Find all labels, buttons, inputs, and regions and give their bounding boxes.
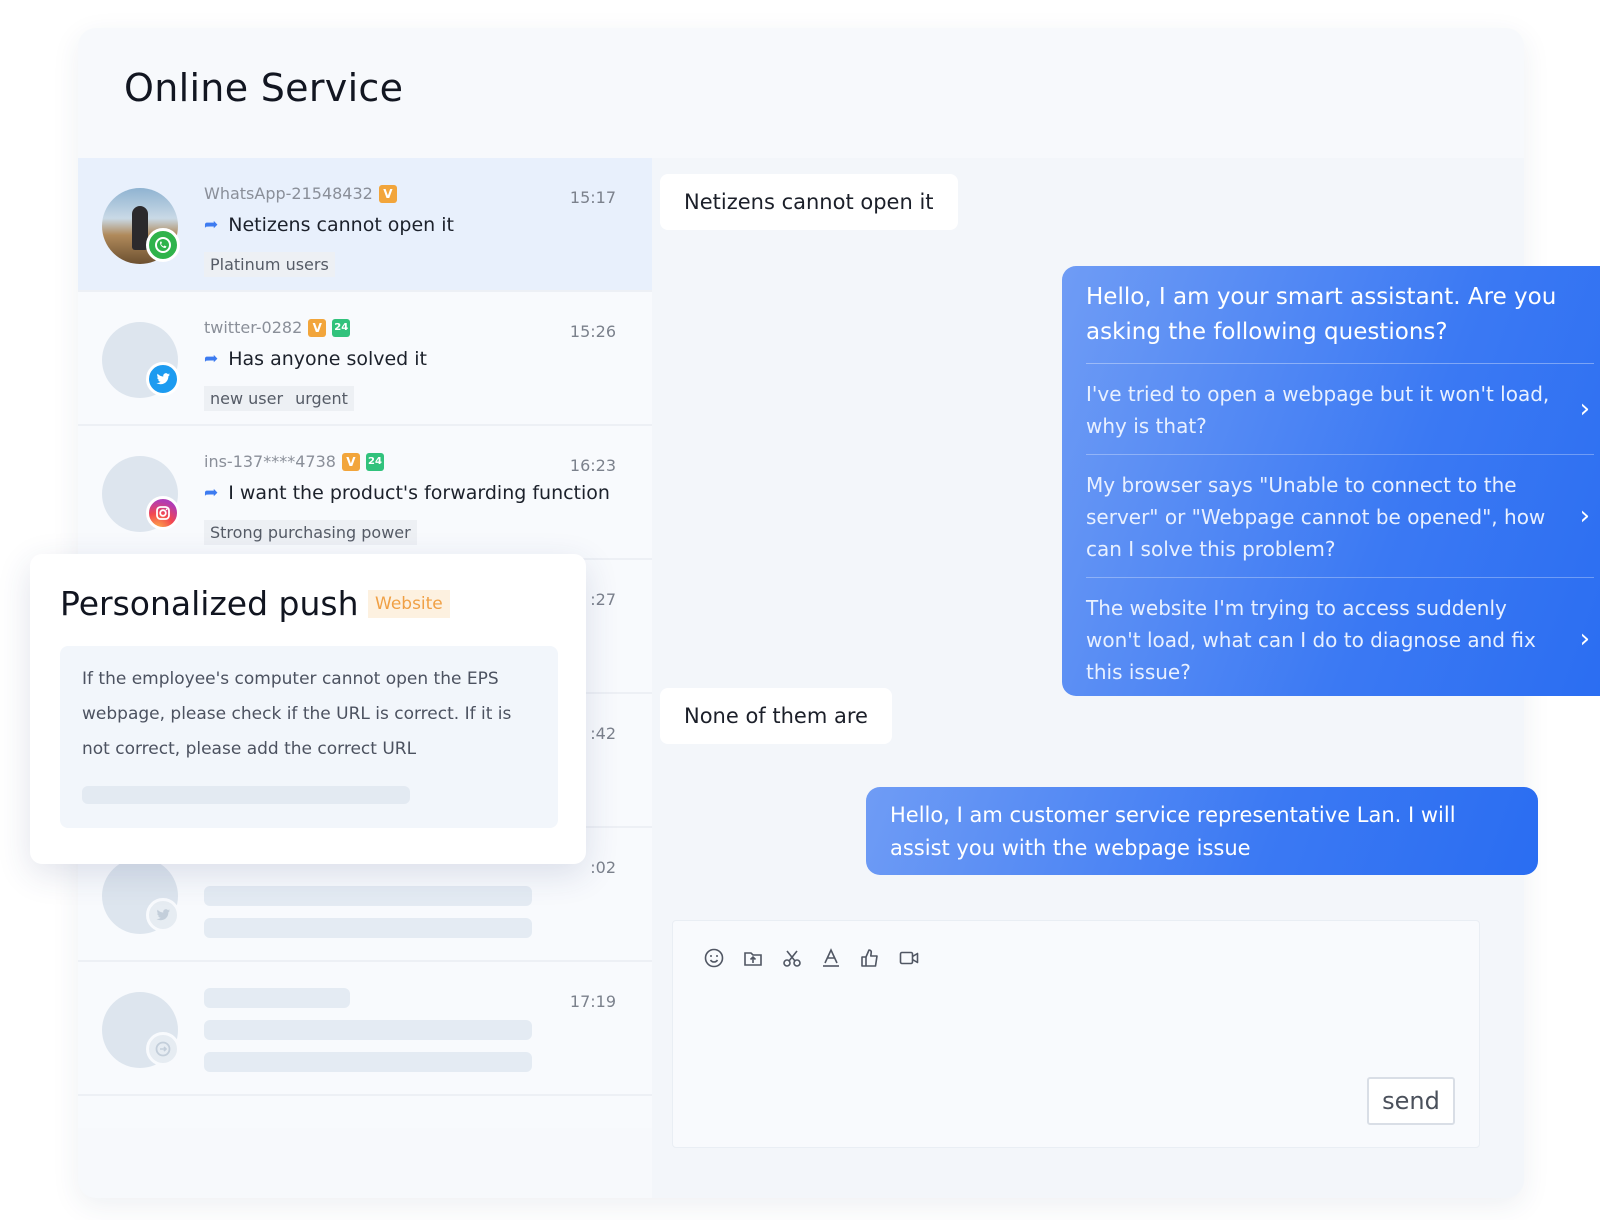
conversation-item[interactable]: WhatsApp-21548432 V 15:17 ➦ Netizens can… [78, 158, 652, 292]
user-tag: new user [204, 386, 290, 411]
vip-badge: V [341, 452, 360, 471]
24h-badge: 24 [365, 452, 384, 471]
message-preview: Has anyone solved it [228, 348, 428, 370]
suggested-question-text: I've tried to open a webpage but it won'… [1086, 382, 1550, 438]
loading-placeholder [204, 886, 532, 906]
vip-badge: V [308, 318, 327, 337]
push-content: If the employee's computer cannot open t… [60, 646, 558, 828]
user-tag: Platinum users [204, 252, 335, 277]
message-time: :42 [590, 724, 616, 743]
message-time: :27 [590, 590, 616, 609]
loading-placeholder [204, 1020, 532, 1040]
instagram-icon [146, 496, 180, 530]
suggested-question-text: The website I'm trying to access suddenl… [1086, 596, 1536, 684]
twitter-icon [146, 362, 180, 396]
page-title: Online Service [124, 66, 404, 110]
thumbs-up-icon[interactable] [859, 947, 881, 969]
message-time: 17:19 [569, 992, 616, 1011]
assistant-message: Hello, I am your smart assistant. Are yo… [1062, 266, 1600, 696]
message-time: 16:23 [569, 456, 616, 475]
conversation-item[interactable]: ins-137****4738 V 24 16:23 ➦ I want the … [78, 426, 652, 560]
forward-icon: ➦ [204, 215, 219, 235]
24h-badge: 24 [332, 318, 351, 337]
user-message: None of them are [660, 688, 892, 744]
user-message: Netizens cannot open it [660, 174, 958, 230]
forward-icon: ➦ [204, 349, 219, 369]
message-time: 15:26 [569, 322, 616, 341]
push-text: If the employee's computer cannot open t… [82, 669, 512, 759]
user-tag: urgent [289, 386, 354, 411]
message-preview: Netizens cannot open it [228, 214, 454, 236]
suggested-question[interactable]: I've tried to open a webpage but it won'… [1086, 364, 1594, 455]
personalized-push-card: Personalized push Website If the employe… [30, 554, 586, 864]
text-format-icon[interactable] [820, 947, 842, 969]
video-icon[interactable] [898, 947, 920, 969]
loading-placeholder [204, 988, 350, 1008]
assistant-intro: Hello, I am your smart assistant. Are yo… [1086, 280, 1594, 364]
chevron-right-icon: › [1579, 394, 1590, 424]
upload-file-icon[interactable] [742, 947, 764, 969]
conversation-item[interactable]: twitter-0282 V 24 15:26 ➦ Has anyone sol… [78, 292, 652, 426]
emoji-icon[interactable] [703, 947, 725, 969]
conversation-item[interactable]: 17:19 [78, 962, 652, 1096]
contact-name: ins-137****4738 [204, 452, 336, 471]
source-badge: Website [368, 590, 450, 618]
user-tag: Strong purchasing power [204, 520, 417, 545]
send-button[interactable]: send [1367, 1077, 1455, 1125]
suggested-question[interactable]: My browser says "Unable to connect to th… [1086, 455, 1594, 578]
suggested-question[interactable]: The website I'm trying to access suddenl… [1086, 578, 1594, 700]
composer-toolbar [703, 947, 920, 969]
message-preview: I want the product's forwarding function [228, 482, 610, 504]
forward-icon: ➦ [204, 483, 219, 503]
loading-placeholder [204, 918, 532, 938]
scissors-icon[interactable] [781, 947, 803, 969]
chat-bubble-icon [146, 1032, 180, 1066]
chat-area: Netizens cannot open it Hello, I am your… [652, 158, 1600, 1198]
loading-placeholder [82, 786, 410, 804]
contact-name: WhatsApp-21548432 [204, 184, 373, 203]
agent-message: Hello, I am customer service representat… [866, 787, 1538, 875]
vip-badge: V [378, 184, 397, 203]
suggested-question-text: My browser says "Unable to connect to th… [1086, 473, 1546, 561]
message-time: 15:17 [569, 188, 616, 207]
contact-name: twitter-0282 [204, 318, 303, 337]
message-composer[interactable]: send [672, 920, 1480, 1148]
chevron-right-icon: › [1579, 501, 1590, 531]
loading-placeholder [204, 1052, 532, 1072]
chevron-right-icon: › [1579, 624, 1590, 654]
message-time: :02 [590, 858, 616, 877]
push-title: Personalized push [60, 584, 359, 623]
whatsapp-icon [146, 228, 180, 262]
twitter-icon [146, 898, 180, 932]
